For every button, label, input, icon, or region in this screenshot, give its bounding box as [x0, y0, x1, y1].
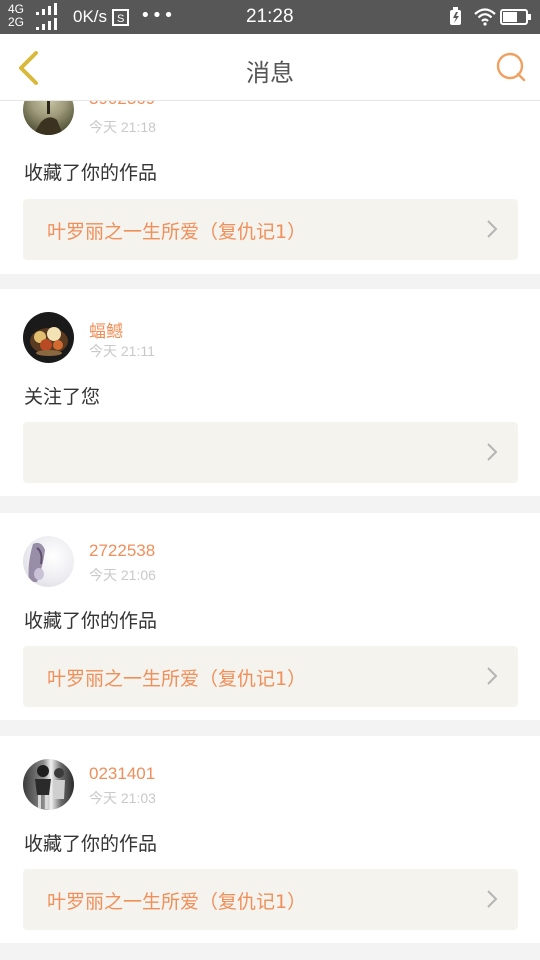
username[interactable]: 蝠鳡: [89, 317, 123, 342]
wifi-icon: [474, 8, 496, 26]
battery-icon: [500, 9, 531, 25]
network-type: 4G 2G: [8, 3, 24, 29]
action-text: 收藏了你的作品: [24, 610, 158, 632]
username[interactable]: 0231401: [89, 764, 155, 784]
avatar[interactable]: [23, 312, 74, 363]
work-title: 叶罗丽之一生所爱（复仇记1）: [47, 221, 307, 243]
app-header: 消息: [0, 34, 540, 101]
chevron-right-icon: [487, 443, 498, 461]
action-text: 收藏了你的作品: [24, 162, 158, 184]
action-text: 收藏了你的作品: [24, 833, 158, 855]
more-notifications-icon: •••: [140, 5, 175, 26]
avatar[interactable]: [23, 759, 74, 810]
avatar-image: [30, 327, 68, 356]
action-text: 关注了您: [24, 386, 101, 408]
clock: 21:28: [246, 6, 294, 27]
page-title: 消息: [246, 59, 294, 87]
timestamp: 今天 21:18: [89, 119, 156, 135]
message-card[interactable]: 3902369 今天 21:18 收藏了你的作品 叶罗丽之一生所爱（复仇记1）: [0, 101, 540, 274]
avatar-image: [28, 542, 45, 582]
avatar[interactable]: [23, 101, 74, 135]
chevron-right-icon: [487, 890, 498, 908]
username[interactable]: 3902369: [89, 101, 155, 109]
avatar[interactable]: [23, 536, 74, 587]
avatar-image: [35, 765, 65, 809]
work-title: 叶罗丽之一生所爱（复仇记1）: [47, 891, 307, 913]
work-title: 叶罗丽之一生所爱（复仇记1）: [47, 668, 307, 690]
signal-icon: [36, 3, 57, 30]
network-speed: 0K/s: [73, 7, 108, 26]
message-card[interactable]: 0231401 今天 21:03 收藏了你的作品 叶罗丽之一生所爱（复仇记1）: [0, 736, 540, 943]
chevron-right-icon: [487, 220, 498, 238]
work-link[interactable]: [23, 422, 518, 483]
status-bar: 4G 2G 0K/s S ••• 21:28: [0, 0, 540, 34]
message-list[interactable]: 3902369 今天 21:18 收藏了你的作品 叶罗丽之一生所爱（复仇记1） …: [0, 101, 540, 960]
message-card[interactable]: 蝠鳡 今天 21:11 关注了您: [0, 289, 540, 496]
charging-icon: [450, 7, 461, 25]
work-link[interactable]: 叶罗丽之一生所爱（复仇记1）: [23, 199, 518, 260]
timestamp: 今天 21:03: [89, 790, 156, 806]
search-icon[interactable]: [495, 51, 527, 83]
avatar-image: [33, 101, 63, 135]
username[interactable]: 2722538: [89, 541, 155, 561]
message-card[interactable]: 2722538 今天 21:06 收藏了你的作品 叶罗丽之一生所爱（复仇记1）: [0, 513, 540, 720]
work-link[interactable]: 叶罗丽之一生所爱（复仇记1）: [23, 646, 518, 707]
svg-text:S: S: [117, 13, 124, 25]
work-link[interactable]: 叶罗丽之一生所爱（复仇记1）: [23, 869, 518, 930]
network-type-secondary: 2G: [8, 15, 25, 29]
chevron-right-icon: [487, 667, 498, 685]
screenshot-icon: S: [112, 9, 129, 26]
timestamp: 今天 21:11: [89, 343, 155, 359]
timestamp: 今天 21:06: [89, 567, 156, 583]
